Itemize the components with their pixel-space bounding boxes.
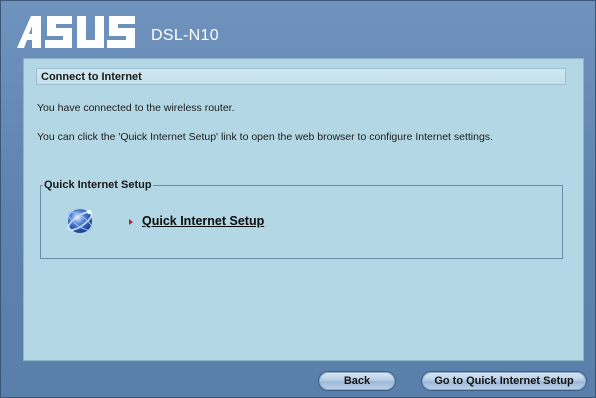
- go-button-label: Go to Quick Internet Setup: [434, 375, 574, 387]
- quick-internet-setup-link[interactable]: Quick Internet Setup: [142, 214, 264, 228]
- globe-icon: [65, 206, 95, 241]
- arrow-right-icon: [129, 219, 133, 225]
- model-name: DSL-N10: [151, 27, 219, 44]
- content-panel: Connect to Internet You have connected t…: [23, 58, 584, 361]
- section-title: Connect to Internet: [36, 68, 566, 85]
- asus-logo: [17, 14, 137, 53]
- quick-setup-group-label: Quick Internet Setup: [44, 179, 152, 191]
- quick-setup-group: Quick Internet Setup Quick Internet Setu…: [40, 179, 563, 259]
- back-button-label: Back: [343, 375, 371, 387]
- go-to-quick-internet-setup-button[interactable]: Go to Quick Internet Setup: [421, 371, 587, 391]
- setup-wizard-window: DSL-N10 Connect to Internet You have con…: [0, 0, 596, 398]
- back-button[interactable]: Back: [318, 371, 396, 391]
- instructions-message: You can click the 'Quick Internet Setup'…: [37, 131, 493, 143]
- connected-message: You have connected to the wireless route…: [37, 102, 235, 114]
